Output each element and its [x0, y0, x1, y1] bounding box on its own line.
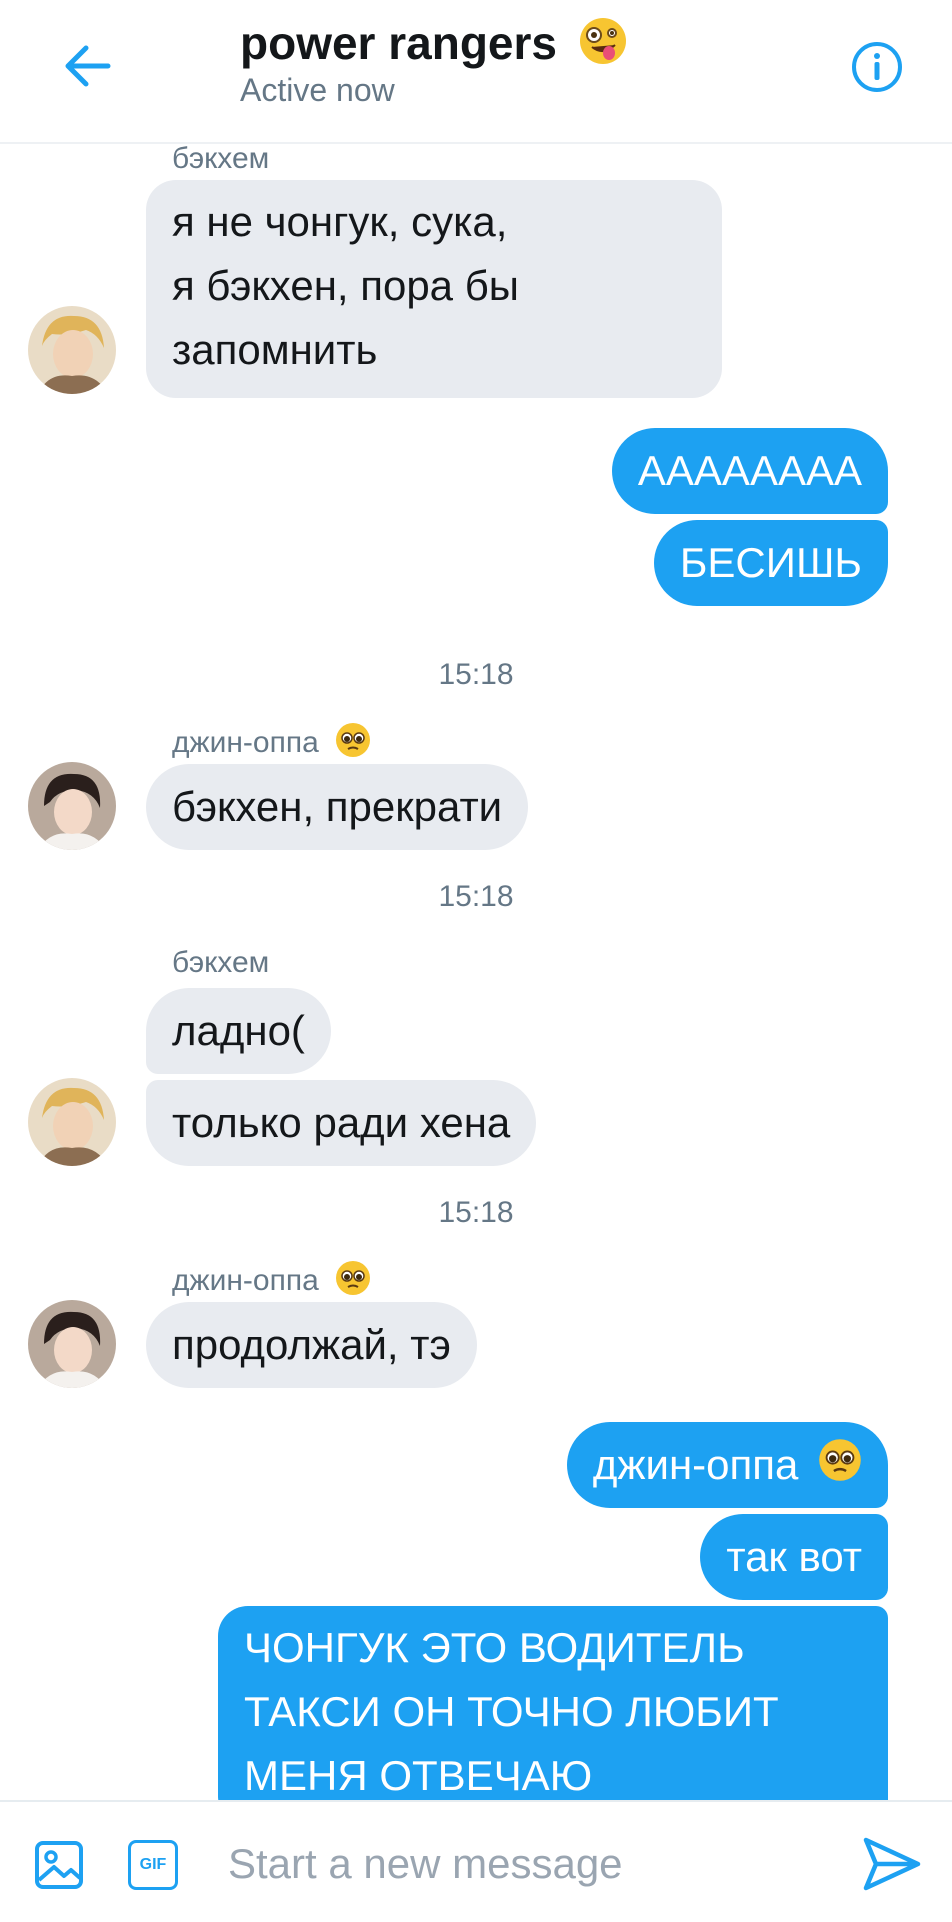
message-bubble-incoming[interactable]: я не чонгук, сука, я бэкхен, пора бы зап…	[146, 180, 722, 398]
sender-name: бэкхем	[172, 946, 270, 979]
message-text: джин-оппа	[592, 1441, 799, 1488]
timestamp: 15:18	[438, 658, 514, 691]
message-bubble-incoming[interactable]: только ради хена	[146, 1080, 537, 1166]
pleading-face-emoji-icon	[818, 1425, 862, 1511]
pleading-face-emoji-icon	[335, 1260, 371, 1304]
info-icon	[852, 42, 902, 92]
avatar[interactable]	[28, 1300, 116, 1388]
sender-name-text: джин-оппа	[172, 725, 319, 759]
gif-button[interactable]: GIF	[128, 1840, 178, 1890]
sender-name: бэкхем	[172, 142, 270, 175]
image-icon	[35, 1841, 83, 1889]
avatar[interactable]	[28, 1078, 116, 1166]
message-line: ЧОНГУК ЭТО ВОДИТЕЛЬ	[244, 1624, 745, 1671]
message-line: я бэкхен, пора бы	[172, 262, 519, 309]
sender-name-text: джин-оппа	[172, 1263, 319, 1297]
message-bubble-outgoing[interactable]: АААААААА	[611, 428, 888, 514]
message-line: ТАКСИ ОН ТОЧНО ЛЮБИТ	[244, 1688, 779, 1735]
message-list[interactable]: бэкхем я не чонгук, сука, я бэкхен, пора…	[0, 142, 952, 1800]
timestamp: 15:18	[438, 880, 514, 913]
message-bubble-incoming[interactable]: бэкхен, прекрати	[146, 764, 529, 850]
send-icon	[863, 1837, 921, 1891]
chat-header: power rangers Active now	[0, 0, 952, 144]
conversation-title[interactable]: power rangers	[240, 16, 628, 77]
timestamp: 15:18	[438, 1196, 514, 1229]
message-input[interactable]	[226, 1832, 790, 1896]
zany-face-emoji-icon	[578, 16, 628, 77]
sender-name: джин-оппа	[172, 1260, 371, 1304]
message-bubble-outgoing[interactable]: джин-оппа	[566, 1422, 888, 1511]
message-bubble-outgoing[interactable]: так вот	[700, 1514, 888, 1600]
message-line: МЕНЯ ОТВЕЧАЮ	[244, 1752, 593, 1799]
conversation-title-text: power rangers	[240, 17, 557, 69]
message-bubble-incoming[interactable]: продолжай, тэ	[146, 1302, 477, 1388]
message-bubble-incoming[interactable]: ладно(	[146, 988, 331, 1074]
arrow-left-icon	[65, 45, 111, 87]
message-line: я не чонгук, сука,	[172, 198, 508, 245]
sender-name: джин-оппа	[172, 722, 371, 766]
active-status: Active now	[240, 72, 395, 108]
send-button[interactable]	[862, 1836, 922, 1892]
message-bubble-outgoing[interactable]: ЧОНГУК ЭТО ВОДИТЕЛЬ ТАКСИ ОН ТОЧНО ЛЮБИТ…	[218, 1606, 888, 1800]
add-image-button[interactable]	[34, 1840, 84, 1890]
message-bubble-outgoing[interactable]: БЕСИШЬ	[653, 520, 888, 606]
message-line: запомнить	[172, 326, 378, 373]
info-button[interactable]	[850, 40, 904, 94]
back-button[interactable]	[58, 36, 118, 96]
pleading-face-emoji-icon	[335, 722, 371, 766]
message-composer: GIF	[0, 1800, 952, 1922]
avatar[interactable]	[28, 306, 116, 394]
avatar[interactable]	[28, 762, 116, 850]
